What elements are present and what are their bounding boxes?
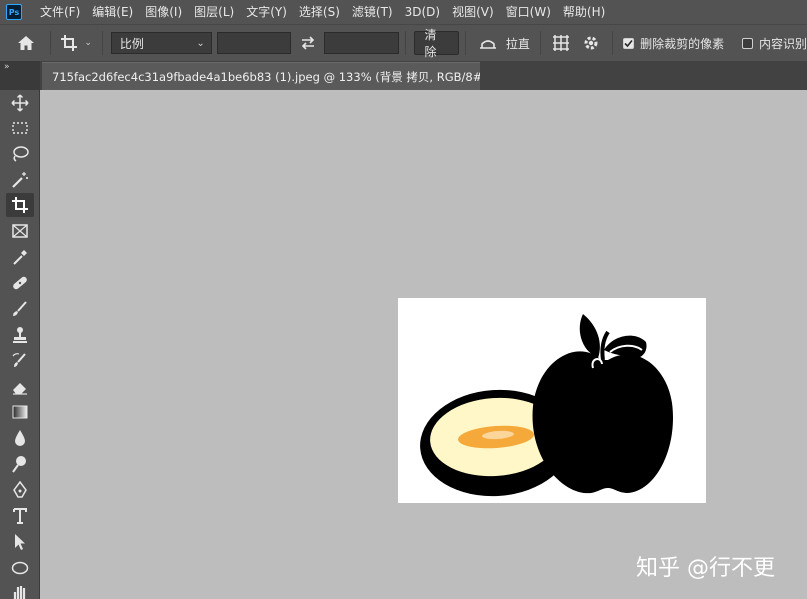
document-canvas[interactable] xyxy=(398,298,706,503)
gradient-icon xyxy=(12,405,28,419)
grid-overlay-icon xyxy=(552,35,569,51)
delete-cropped-label: 删除裁剪的像素 xyxy=(640,36,725,51)
dodge-tool[interactable] xyxy=(6,452,34,476)
tool-preset-picker[interactable]: ⌄ xyxy=(54,29,97,57)
document-tab[interactable]: 715fac2d6fec4c31a9fbade4a1be6b83 (1).jpe… xyxy=(42,62,480,90)
lasso-tool[interactable] xyxy=(6,142,34,166)
crop-settings-button[interactable] xyxy=(576,29,606,57)
plum-and-apple-illustration xyxy=(420,314,673,497)
lasso-icon xyxy=(13,146,29,162)
options-bar: ⌄ 比例 ⌄ 清除 拉直 删除裁剪的像素 内容识别 xyxy=(0,24,807,61)
delete-cropped-checkbox[interactable] xyxy=(623,37,635,49)
menu-file[interactable]: 文件(F) xyxy=(34,0,86,24)
menu-type[interactable]: 文字(Y) xyxy=(240,0,293,24)
move-tool[interactable] xyxy=(6,91,34,115)
brush-tool[interactable] xyxy=(6,297,34,321)
content-aware-label: 内容识别 xyxy=(758,36,807,51)
arrow-pointer-icon xyxy=(15,534,25,550)
tools-panel xyxy=(0,71,40,599)
move-icon xyxy=(11,94,29,112)
watermark-text: 知乎 @行不更 xyxy=(636,556,775,581)
menu-window[interactable]: 窗口(W) xyxy=(500,0,557,24)
menu-layer[interactable]: 图层(L) xyxy=(188,0,240,24)
history-brush-tool[interactable] xyxy=(6,349,34,373)
menu-select[interactable]: 选择(S) xyxy=(293,0,346,24)
eyedropper-tool[interactable] xyxy=(6,245,34,269)
path-selection-tool[interactable] xyxy=(6,530,34,554)
clear-button[interactable]: 清除 xyxy=(413,28,460,59)
toolbar-grip[interactable] xyxy=(0,71,40,90)
blur-tool[interactable] xyxy=(6,426,34,450)
swap-icon xyxy=(301,36,314,50)
menu-bar: Ps 文件(F) 编辑(E) 图像(I) 图层(L) 文字(Y) 选择(S) 滤… xyxy=(0,0,807,24)
clone-stamp-tool[interactable] xyxy=(6,323,34,347)
content-aware-checkbox[interactable] xyxy=(742,37,753,49)
eraser-icon xyxy=(13,383,27,395)
crop-tool[interactable] xyxy=(6,193,34,217)
eyedropper-icon xyxy=(13,250,27,265)
ellipse-tool[interactable] xyxy=(6,556,34,580)
healing-brush-tool[interactable] xyxy=(6,271,34,295)
apple-icon xyxy=(532,314,673,494)
width-field[interactable] xyxy=(216,32,291,54)
checkmark-icon xyxy=(624,39,633,47)
menu-3d[interactable]: 3D(D) xyxy=(399,0,446,24)
separator xyxy=(49,31,51,55)
separator xyxy=(465,31,467,55)
type-icon xyxy=(13,508,27,524)
brush-icon xyxy=(13,301,27,316)
crop-icon xyxy=(12,197,28,213)
height-field[interactable] xyxy=(324,32,399,54)
rectangle-marquee-icon xyxy=(12,122,28,134)
document-tab-title: 715fac2d6fec4c31a9fbade4a1be6b83 (1).jpe… xyxy=(52,69,480,84)
gear-icon xyxy=(584,36,598,50)
magic-wand-tool[interactable] xyxy=(6,168,34,192)
magic-wand-icon xyxy=(12,172,28,188)
document-tab-bar: » 715fac2d6fec4c31a9fbade4a1be6b83 (1).j… xyxy=(0,61,807,90)
overlay-options-button[interactable] xyxy=(545,29,577,57)
chevron-down-icon: ⌄ xyxy=(196,37,205,49)
dodge-icon xyxy=(12,456,26,473)
menu-image[interactable]: 图像(I) xyxy=(139,0,188,24)
drop-icon xyxy=(15,430,25,446)
ratio-select[interactable]: 比例 ⌄ xyxy=(110,32,212,54)
hand-icon xyxy=(13,586,26,599)
menu-filter[interactable]: 滤镜(T) xyxy=(346,0,399,24)
frame-tool[interactable] xyxy=(6,219,34,243)
hand-tool[interactable] xyxy=(6,581,34,599)
ellipse-icon xyxy=(11,561,29,575)
crop-icon xyxy=(61,35,78,51)
home-button[interactable] xyxy=(6,29,46,57)
separator xyxy=(612,31,614,55)
pen-icon xyxy=(13,480,27,498)
frame-icon xyxy=(12,224,28,238)
ratio-select-value: 比例 xyxy=(119,36,144,51)
photoshop-logo-icon: Ps xyxy=(6,4,22,20)
chevron-down-icon: ⌄ xyxy=(84,38,92,48)
separator xyxy=(404,31,406,55)
straighten-icon xyxy=(480,40,497,49)
type-tool[interactable] xyxy=(6,504,34,528)
straighten-button[interactable] xyxy=(474,29,502,57)
marquee-tool[interactable] xyxy=(6,116,34,140)
home-icon xyxy=(17,36,34,50)
separator xyxy=(101,31,103,55)
separator xyxy=(539,31,541,55)
menu-edit[interactable]: 编辑(E) xyxy=(86,0,139,24)
gradient-tool[interactable] xyxy=(6,400,34,424)
straighten-label[interactable]: 拉直 xyxy=(506,35,530,52)
pen-tool[interactable] xyxy=(6,478,34,502)
menu-view[interactable]: 视图(V) xyxy=(446,0,500,24)
menu-help[interactable]: 帮助(H) xyxy=(557,0,611,24)
eraser-tool[interactable] xyxy=(6,375,34,399)
swap-dimensions-button[interactable] xyxy=(291,29,325,57)
history-brush-icon xyxy=(12,353,26,367)
stamp-icon xyxy=(13,327,27,343)
bandage-icon xyxy=(13,276,27,290)
